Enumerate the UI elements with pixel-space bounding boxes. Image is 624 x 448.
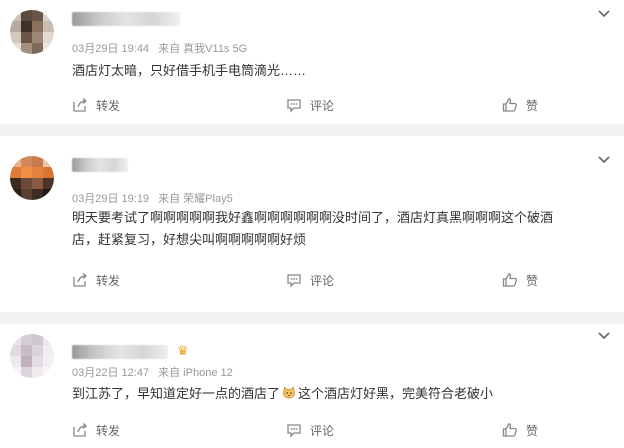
- comment-icon: [287, 424, 301, 438]
- username[interactable]: [72, 345, 168, 359]
- avatar[interactable]: [10, 10, 54, 54]
- comment-date: 03月29日 19:44: [72, 43, 150, 55]
- share-label: 转发: [96, 98, 121, 113]
- comment-source: 来自 真我V11s 5G: [158, 43, 248, 55]
- share-icon: [73, 423, 88, 437]
- like-label: 赞: [526, 273, 539, 288]
- chevron-down-icon[interactable]: [596, 151, 612, 167]
- crown-icon: ♛: [177, 343, 189, 358]
- share-button[interactable]: 转发: [72, 95, 120, 115]
- comment-text-line: 店，赶紧复习，好想尖叫啊啊啊啊啊好烦: [72, 232, 307, 247]
- username[interactable]: [72, 158, 128, 172]
- comment-item: 03月29日 19:19 来自 荣耀Play5 明天要考试了啊啊啊啊啊我好鑫啊啊…: [0, 136, 624, 312]
- comment-text: 到江苏了，早知道定好一点的酒店了 这个酒店灯好黑，完美符合老破小: [72, 383, 612, 405]
- action-bar: 转发 评论 赞: [0, 420, 624, 440]
- share-icon: [73, 98, 88, 112]
- comment-label: 评论: [310, 98, 335, 113]
- thumbs-up-icon: [502, 273, 518, 287]
- comment-feed: 03月29日 19:44 来自 真我V11s 5G 酒店灯太暗，只好借手机手电筒…: [0, 0, 624, 448]
- comment-text-line: 明天要考试了啊啊啊啊啊我好鑫啊啊啊啊啊啊没时间了，酒店灯真黑啊啊啊这个破酒: [72, 210, 554, 225]
- avatar[interactable]: [10, 156, 54, 200]
- action-bar: 转发 评论 赞: [0, 95, 624, 115]
- share-icon: [73, 273, 88, 287]
- comment-icon: [287, 274, 301, 288]
- like-button[interactable]: 赞: [502, 270, 538, 290]
- separator: [0, 124, 624, 136]
- comment-source: 来自 iPhone 12: [158, 367, 233, 379]
- thumbs-up-icon: [502, 423, 518, 437]
- share-label: 转发: [96, 423, 121, 438]
- avatar[interactable]: [10, 334, 54, 378]
- action-bar: 转发 评论 赞: [0, 270, 624, 290]
- comment-text-part: 这个酒店灯好黑，完美符合老破小: [298, 386, 494, 401]
- comment-meta: 03月22日 12:47 来自 iPhone 12: [72, 364, 239, 380]
- chevron-down-icon[interactable]: [596, 327, 612, 343]
- comment-button[interactable]: 评论: [286, 270, 334, 290]
- comment-label: 评论: [310, 273, 335, 288]
- share-label: 转发: [96, 273, 121, 288]
- comment-icon: [287, 99, 301, 113]
- thumbs-up-icon: [502, 98, 518, 112]
- like-label: 赞: [526, 98, 539, 113]
- comment-label: 评论: [310, 423, 335, 438]
- username[interactable]: [72, 12, 180, 26]
- comment-text-part: 到江苏了，早知道定好一点的酒店了: [72, 386, 281, 401]
- like-button[interactable]: 赞: [502, 420, 538, 440]
- comment-date: 03月29日 19:19: [72, 193, 150, 205]
- comment-date: 03月22日 12:47: [72, 367, 150, 379]
- share-button[interactable]: 转发: [72, 270, 120, 290]
- cat-emoji-icon: [283, 386, 295, 399]
- comment-item: ♛ 03月22日 12:47 来自 iPhone 12 到江苏了，早知道定好一点…: [0, 324, 624, 448]
- comment-item: 03月29日 19:44 来自 真我V11s 5G 酒店灯太暗，只好借手机手电筒…: [0, 0, 624, 124]
- like-button[interactable]: 赞: [502, 95, 538, 115]
- separator: [0, 312, 624, 324]
- comment-text: 酒店灯太暗，只好借手机手电筒滴光……: [72, 63, 307, 78]
- share-button[interactable]: 转发: [72, 420, 120, 440]
- comment-source: 来自 荣耀Play5: [158, 193, 233, 205]
- like-label: 赞: [526, 423, 539, 438]
- comment-meta: 03月29日 19:44 来自 真我V11s 5G: [72, 40, 253, 56]
- comment-button[interactable]: 评论: [286, 420, 334, 440]
- comment-button[interactable]: 评论: [286, 95, 334, 115]
- chevron-down-icon[interactable]: [596, 5, 612, 21]
- comment-text: 明天要考试了啊啊啊啊啊我好鑫啊啊啊啊啊啊没时间了，酒店灯真黑啊啊啊这个破酒 店，…: [72, 207, 612, 251]
- comment-meta: 03月29日 19:19 来自 荣耀Play5: [72, 190, 239, 206]
